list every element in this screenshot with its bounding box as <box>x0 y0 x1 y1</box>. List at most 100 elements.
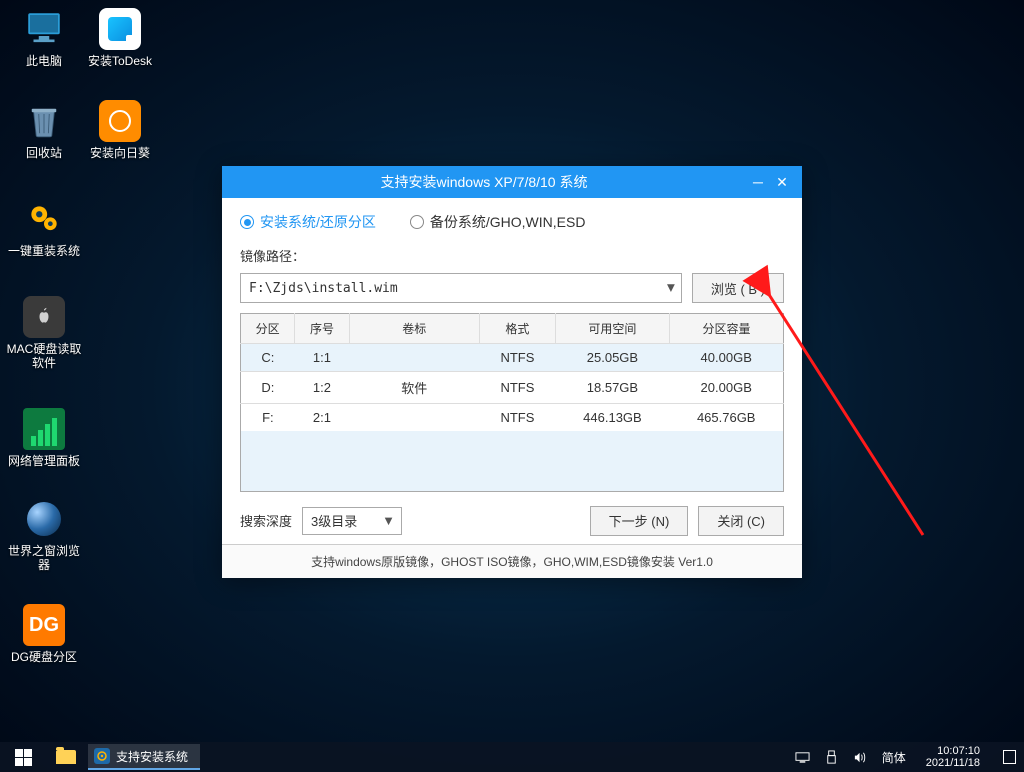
browse-button-label: 浏览 ( B ) <box>711 279 765 298</box>
image-path-value: F:\Zjds\install.wim <box>249 281 398 296</box>
browse-button[interactable]: 浏览 ( B ) <box>692 273 784 303</box>
desktop-icon-label: 回收站 <box>6 146 82 160</box>
desktop-icon-net-panel[interactable]: 网络管理面板 <box>6 408 82 468</box>
desktop-icon-world-browser[interactable]: 世界之窗浏览器 <box>6 498 82 573</box>
gears-icon <box>23 198 65 240</box>
trash-icon <box>23 100 65 142</box>
desktop-icon-label: 世界之窗浏览器 <box>6 544 82 573</box>
taskbar-app-installer[interactable]: 支持安装系统 <box>88 744 200 770</box>
cell-capacity: 465.76GB <box>669 404 783 432</box>
dg-icon: DG <box>23 604 65 646</box>
clock-date: 2021/11/18 <box>926 757 980 769</box>
dialog-title: 支持安装windows XP/7/8/10 系统 <box>222 172 746 192</box>
cell-volume <box>349 344 479 372</box>
tray-volume-icon[interactable] <box>853 750 868 765</box>
taskbar: 支持安装系统 简体 10:07:10 2021/11/18 <box>0 742 1024 772</box>
cell-partition: F: <box>241 404 295 432</box>
close-window-button[interactable]: ✕ <box>770 170 794 194</box>
search-depth-select[interactable]: 3级目录 ▼ <box>302 507 402 535</box>
desktop-icon-reinstall[interactable]: 一键重装系统 <box>6 198 82 258</box>
sunflower-icon <box>99 100 141 142</box>
image-path-label: 镜像路径： <box>240 246 784 265</box>
desktop-icon-label: 安装ToDesk <box>82 54 158 68</box>
radio-label: 备份系统/GHO,WIN,ESD <box>430 212 586 232</box>
desktop-icon-label: DG硬盘分区 <box>6 650 82 664</box>
bars-icon <box>23 408 65 450</box>
gear-icon <box>94 748 110 764</box>
desktop-icon-label: 此电脑 <box>6 54 82 68</box>
dialog-body: 安装系统/还原分区 备份系统/GHO,WIN,ESD 镜像路径： F:\Zjds… <box>222 198 802 544</box>
desktop-icon-sunflower[interactable]: 安装向日葵 <box>82 100 158 160</box>
start-button[interactable] <box>0 742 46 772</box>
th-index: 序号 <box>295 314 349 344</box>
minimize-button[interactable]: ─ <box>746 170 770 194</box>
dropdown-arrow-icon: ▼ <box>667 281 675 296</box>
cell-free: 446.13GB <box>555 404 669 432</box>
cell-index: 1:2 <box>295 372 349 404</box>
desktop-icon-dg[interactable]: DG DG硬盘分区 <box>6 604 82 664</box>
close-button[interactable]: 关闭 (C) <box>698 506 784 536</box>
cell-index: 1:1 <box>295 344 349 372</box>
image-path-select[interactable]: F:\Zjds\install.wim ▼ <box>240 273 682 303</box>
taskbar-clock[interactable]: 10:07:10 2021/11/18 <box>920 745 986 769</box>
notification-icon <box>1003 750 1016 764</box>
th-format: 格式 <box>479 314 555 344</box>
search-depth-value: 3级目录 <box>311 511 357 530</box>
cell-capacity: 40.00GB <box>669 344 783 372</box>
table-row[interactable]: D:1:2软件NTFS18.57GB20.00GB <box>241 372 784 404</box>
desktop-icon-this-pc[interactable]: 此电脑 <box>6 8 82 68</box>
clock-time: 10:07:10 <box>926 745 980 757</box>
apple-drive-icon <box>23 296 65 338</box>
taskbar-file-explorer[interactable] <box>46 742 86 772</box>
desktop-icon-todesk[interactable]: 安装ToDesk <box>82 8 158 68</box>
system-tray: 简体 10:07:10 2021/11/18 <box>795 742 1024 772</box>
th-partition: 分区 <box>241 314 295 344</box>
cell-capacity: 20.00GB <box>669 372 783 404</box>
desktop-icon-label: 一键重装系统 <box>6 244 82 258</box>
cell-format: NTFS <box>479 404 555 432</box>
table-row[interactable]: F:2:1NTFS446.13GB465.76GB <box>241 404 784 432</box>
th-free: 可用空间 <box>555 314 669 344</box>
th-capacity: 分区容量 <box>669 314 783 344</box>
table-row[interactable]: C:1:1 NTFS25.05GB40.00GB <box>241 344 784 372</box>
radio-dot-icon <box>410 215 424 229</box>
cell-volume <box>349 404 479 432</box>
globe-icon <box>23 498 65 540</box>
cell-free: 25.05GB <box>555 344 669 372</box>
cell-partition: C: <box>241 344 295 372</box>
windows-icon <box>15 749 32 766</box>
notification-center-button[interactable] <box>1000 742 1018 772</box>
radio-install-restore[interactable]: 安装系统/还原分区 <box>240 212 376 232</box>
desktop-icon-label: 安装向日葵 <box>82 146 158 160</box>
radio-label: 安装系统/还原分区 <box>260 212 376 232</box>
th-volume: 卷标 <box>349 314 479 344</box>
next-button-label: 下一步 (N) <box>609 511 670 530</box>
tray-ime-indicator[interactable]: 简体 <box>882 749 906 766</box>
radio-backup[interactable]: 备份系统/GHO,WIN,ESD <box>410 212 586 232</box>
partition-table: 分区 序号 卷标 格式 可用空间 分区容量 C:1:1NTFS25.05GB40… <box>240 313 784 492</box>
tray-display-icon[interactable] <box>795 750 810 765</box>
desktop-icon-recycle-bin[interactable]: 回收站 <box>6 100 82 160</box>
folder-icon <box>56 750 76 764</box>
cell-free: 18.57GB <box>555 372 669 404</box>
cell-format: NTFS <box>479 372 555 404</box>
desktop: 此电脑 回收站 一键重装系统 MAC硬盘读取软件 网络管理面板 世界之窗浏览器 … <box>0 0 1024 742</box>
tray-usb-icon[interactable] <box>824 750 839 765</box>
dialog-titlebar[interactable]: 支持安装windows XP/7/8/10 系统 ─ ✕ <box>222 166 802 198</box>
desktop-icon-label: MAC硬盘读取软件 <box>6 342 82 371</box>
next-button[interactable]: 下一步 (N) <box>590 506 689 536</box>
todesk-icon <box>99 8 141 50</box>
cell-format: NTFS <box>479 344 555 372</box>
close-button-label: 关闭 (C) <box>717 511 765 530</box>
table-header-row: 分区 序号 卷标 格式 可用空间 分区容量 <box>241 314 784 344</box>
cell-volume: 软件 <box>349 372 479 404</box>
dropdown-arrow-icon: ▼ <box>382 513 395 528</box>
desktop-icon-mac-reader[interactable]: MAC硬盘读取软件 <box>6 296 82 371</box>
monitor-icon <box>23 8 65 50</box>
install-dialog: 支持安装windows XP/7/8/10 系统 ─ ✕ 安装系统/还原分区 备… <box>222 166 802 578</box>
dialog-footer: 支持windows原版镜像，GHOST ISO镜像，GHO,WIM,ESD镜像安… <box>222 544 802 578</box>
taskbar-app-label: 支持安装系统 <box>116 748 188 765</box>
search-depth-label: 搜索深度 <box>240 511 292 530</box>
cell-partition: D: <box>241 372 295 404</box>
radio-dot-icon <box>240 215 254 229</box>
